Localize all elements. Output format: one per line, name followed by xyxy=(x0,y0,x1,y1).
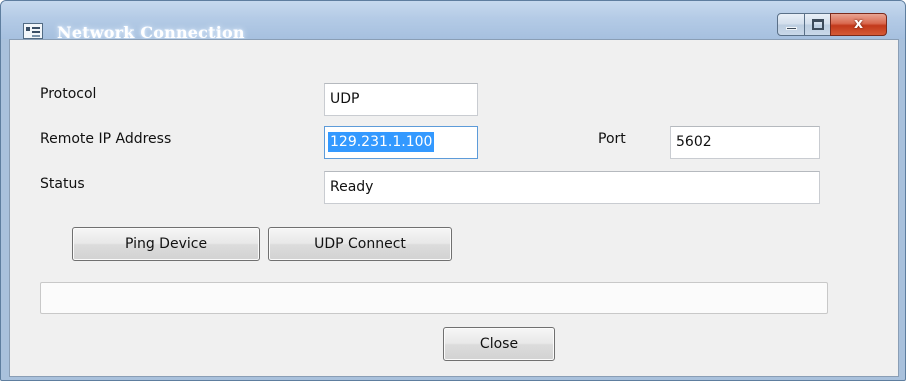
remote-ip-field[interactable]: 129.231.1.100 xyxy=(324,126,478,159)
window-app-icon[interactable] xyxy=(23,23,43,39)
maximize-button[interactable] xyxy=(804,13,831,36)
window-close-button[interactable]: x xyxy=(830,13,887,36)
protocol-field[interactable]: UDP xyxy=(324,83,478,116)
progress-bar xyxy=(40,282,828,314)
remote-ip-value: 129.231.1.100 xyxy=(328,132,435,152)
title-bar[interactable]: Network Connection x xyxy=(1,1,905,42)
status-label: Status xyxy=(40,176,85,192)
close-button[interactable]: Close xyxy=(443,327,555,361)
port-value: 5602 xyxy=(676,134,712,150)
status-value: Ready xyxy=(330,179,374,195)
port-field[interactable]: 5602 xyxy=(670,126,820,159)
maximize-icon xyxy=(812,19,824,30)
minimize-button[interactable] xyxy=(777,13,805,36)
minimize-icon xyxy=(786,27,797,30)
close-icon: x xyxy=(853,16,864,32)
remote-ip-label: Remote IP Address xyxy=(40,131,172,147)
network-connection-window: Network Connection x Protocol UDP Remote… xyxy=(0,0,906,381)
ping-device-button[interactable]: Ping Device xyxy=(72,227,260,261)
status-field[interactable]: Ready xyxy=(324,171,820,204)
port-label: Port xyxy=(598,131,626,147)
protocol-value: UDP xyxy=(330,91,360,107)
dialog-client-area: Protocol UDP Remote IP Address 129.231.1… xyxy=(9,39,899,377)
udp-connect-button[interactable]: UDP Connect xyxy=(268,227,452,261)
protocol-label: Protocol xyxy=(40,86,97,102)
